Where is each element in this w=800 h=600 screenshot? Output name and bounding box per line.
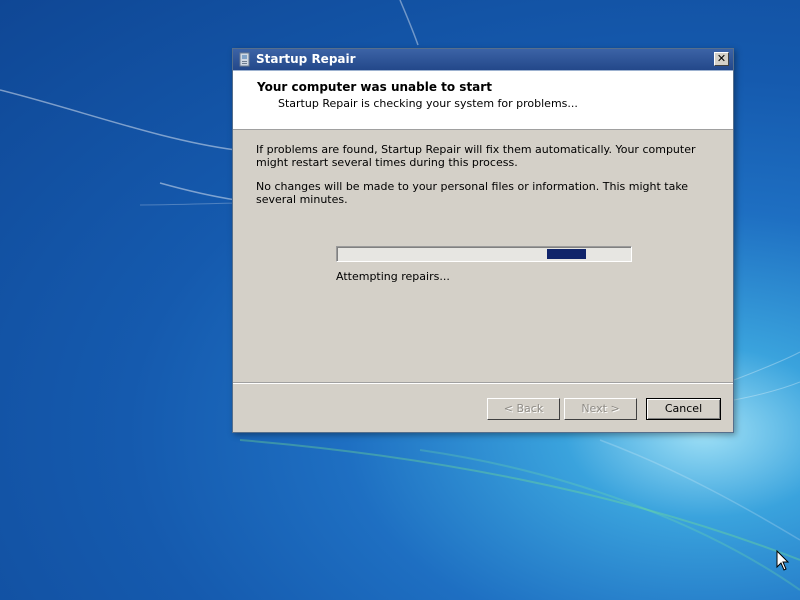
header-title: Your computer was unable to start [257,80,492,94]
mouse-pointer-icon [776,550,790,571]
next-button[interactable]: Next > [564,398,637,420]
cancel-button[interactable]: Cancel [646,398,721,420]
header-panel: Your computer was unable to start Startu… [233,71,733,130]
footer-divider [233,382,733,384]
back-button[interactable]: < Back [487,398,560,420]
window-title: Startup Repair [256,52,356,66]
info-paragraph-1: If problems are found, Startup Repair wi… [256,143,696,169]
title-bar[interactable]: Startup Repair ✕ [233,49,733,71]
header-subtitle: Startup Repair is checking your system f… [278,97,578,110]
startup-repair-icon [239,52,250,67]
startup-repair-dialog: Startup Repair ✕ Your computer was unabl… [232,48,734,433]
progress-status: Attempting repairs... [336,270,450,283]
progress-marquee-chunk [547,249,586,259]
progress-bar [336,246,632,262]
info-paragraph-2: No changes will be made to your personal… [256,180,689,206]
close-button[interactable]: ✕ [714,52,729,66]
